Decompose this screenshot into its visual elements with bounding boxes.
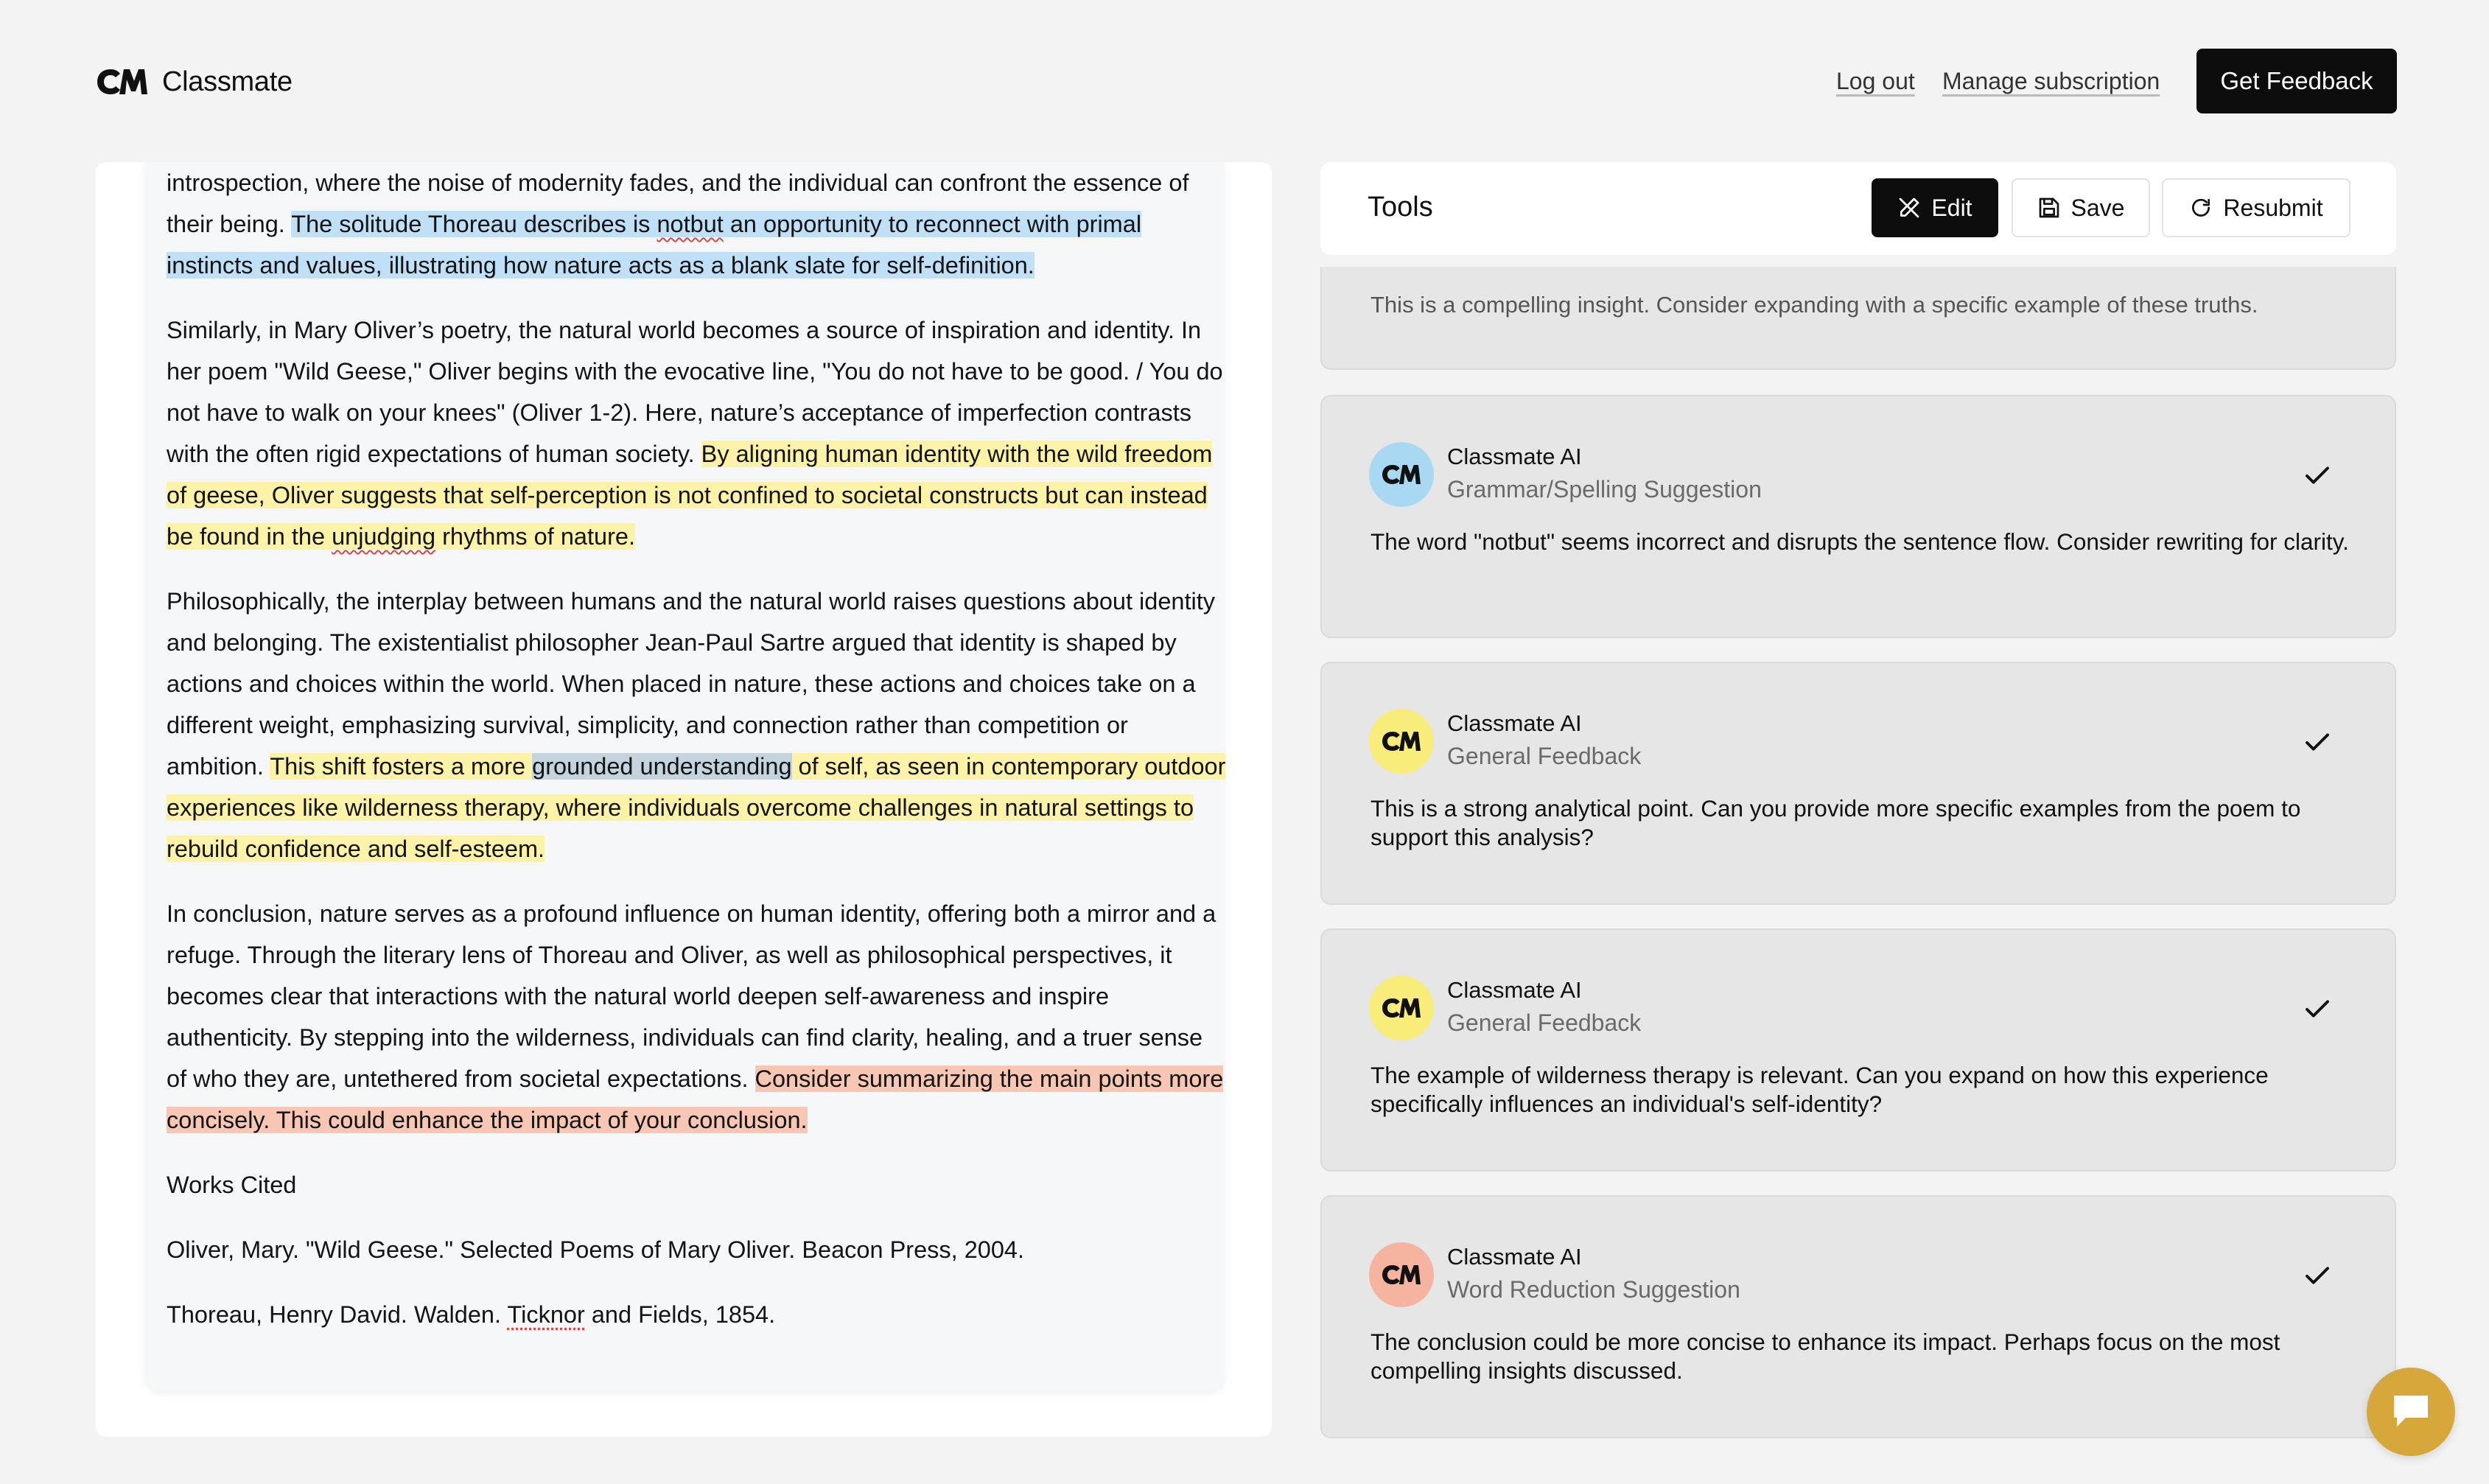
floppy-disk-icon bbox=[2039, 197, 2059, 218]
avatar bbox=[1369, 976, 1434, 1040]
classmate-logo-icon bbox=[97, 69, 147, 94]
feedback-card[interactable]: Classmate AI General Feedback This is a … bbox=[1320, 662, 2396, 905]
text: rhythms of nature. bbox=[435, 523, 635, 550]
feedback-card[interactable]: Classmate AI General Feedback The exampl… bbox=[1320, 928, 2396, 1172]
text: Philosophically, the interplay between h… bbox=[167, 588, 1216, 780]
flagged-word[interactable]: Ticknor bbox=[507, 1301, 584, 1328]
app-header: Classmate Log out Manage subscription Ge… bbox=[0, 0, 2489, 162]
essay-text[interactable]: introspection, where the noise of modern… bbox=[167, 162, 1228, 1359]
avatar bbox=[1369, 709, 1434, 774]
misspelled-word[interactable]: notbut bbox=[657, 211, 723, 237]
check-icon[interactable] bbox=[2302, 1260, 2333, 1291]
save-label: Save bbox=[2070, 194, 2125, 221]
paragraph: Philosophically, the interplay between h… bbox=[167, 581, 1228, 869]
edit-button[interactable]: Edit bbox=[1872, 178, 1998, 237]
classmate-logo-icon bbox=[1382, 998, 1421, 1018]
paragraph: Similarly, in Mary Oliver’s poetry, the … bbox=[167, 309, 1228, 557]
feedback-card[interactable]: This is a compelling insight. Consider e… bbox=[1320, 267, 2396, 370]
save-button[interactable]: Save bbox=[2012, 178, 2150, 237]
tools-bar: Tools Edit Save Resubmit bbox=[1320, 162, 2396, 255]
get-feedback-button[interactable]: Get Feedback bbox=[2196, 49, 2397, 113]
edit-label: Edit bbox=[1931, 194, 1972, 221]
misspelled-word[interactable]: unjudging bbox=[332, 523, 435, 550]
check-icon[interactable] bbox=[2302, 993, 2333, 1024]
tools-title: Tools bbox=[1368, 192, 1433, 223]
text: Thoreau, Henry David. Walden. bbox=[167, 1301, 508, 1328]
feedback-body: The conclusion could be more concise to … bbox=[1370, 1329, 2280, 1384]
classmate-logo-icon bbox=[1382, 465, 1421, 484]
feedback-type: Grammar/Spelling Suggestion bbox=[1447, 476, 1762, 503]
feedback-author: Classmate AI bbox=[1447, 1244, 1582, 1270]
classmate-logo-icon bbox=[1382, 732, 1421, 751]
feedback-type: Word Reduction Suggestion bbox=[1447, 1276, 1740, 1303]
manage-subscription-link[interactable]: Manage subscription bbox=[1942, 68, 2160, 95]
feedback-card[interactable]: Classmate AI Word Reduction Suggestion T… bbox=[1320, 1195, 2396, 1438]
avatar bbox=[1369, 1242, 1434, 1307]
check-icon[interactable] bbox=[2302, 460, 2333, 491]
avatar bbox=[1369, 442, 1434, 507]
feedback-type: General Feedback bbox=[1447, 1009, 1642, 1036]
feedback-type: General Feedback bbox=[1447, 743, 1642, 769]
citation: Oliver, Mary. "Wild Geese." Selected Poe… bbox=[167, 1236, 1025, 1263]
resubmit-button[interactable]: Resubmit bbox=[2162, 178, 2350, 237]
logout-link[interactable]: Log out bbox=[1836, 68, 1915, 95]
feedback-author: Classmate AI bbox=[1447, 444, 1582, 469]
chat-launcher-button[interactable] bbox=[2367, 1368, 2455, 1456]
edit-pen-icon bbox=[1900, 197, 1919, 218]
feedback-author: Classmate AI bbox=[1447, 710, 1582, 736]
check-icon[interactable] bbox=[2302, 727, 2333, 757]
feedback-body: The example of wilderness therapy is rel… bbox=[1370, 1062, 2269, 1117]
works-cited-heading: Works Cited bbox=[167, 1172, 297, 1198]
feedback-card[interactable]: Classmate AI Grammar/Spelling Suggestion… bbox=[1320, 395, 2396, 638]
text: In conclusion, nature serves as a profou… bbox=[167, 900, 1217, 1092]
brand-logo[interactable]: Classmate bbox=[94, 65, 293, 99]
text: and Fields, 1854. bbox=[584, 1301, 776, 1328]
paragraph: introspection, where the noise of modern… bbox=[167, 162, 1228, 286]
feedback-author: Classmate AI bbox=[1447, 977, 1582, 1003]
highlight-selected[interactable]: grounded understanding bbox=[532, 753, 792, 780]
feedback-body: The word "notbut" seems incorrect and di… bbox=[1370, 528, 2349, 555]
brand-name: Classmate bbox=[162, 66, 293, 97]
highlight-grammar[interactable]: The solitude Thoreau describes is notbut… bbox=[167, 211, 1142, 279]
feedback-body: This is a compelling insight. Consider e… bbox=[1370, 292, 2258, 318]
text: The solitude Thoreau describes is bbox=[291, 211, 657, 237]
citation: Thoreau, Henry David. Walden. Ticknor an… bbox=[167, 1294, 1228, 1335]
text: This shift fosters a more bbox=[270, 753, 533, 780]
feedback-body: This is a strong analytical point. Can y… bbox=[1370, 795, 2301, 850]
highlight-general-feedback[interactable]: This shift fosters a more grounded under… bbox=[167, 753, 1226, 862]
refresh-icon bbox=[2192, 198, 2210, 217]
document-panel: introspection, where the noise of modern… bbox=[96, 162, 1272, 1437]
classmate-logo-icon bbox=[1382, 1265, 1421, 1284]
resubmit-label: Resubmit bbox=[2223, 194, 2323, 221]
paragraph: In conclusion, nature serves as a profou… bbox=[167, 893, 1228, 1141]
chat-bubble-icon bbox=[2394, 1396, 2428, 1427]
